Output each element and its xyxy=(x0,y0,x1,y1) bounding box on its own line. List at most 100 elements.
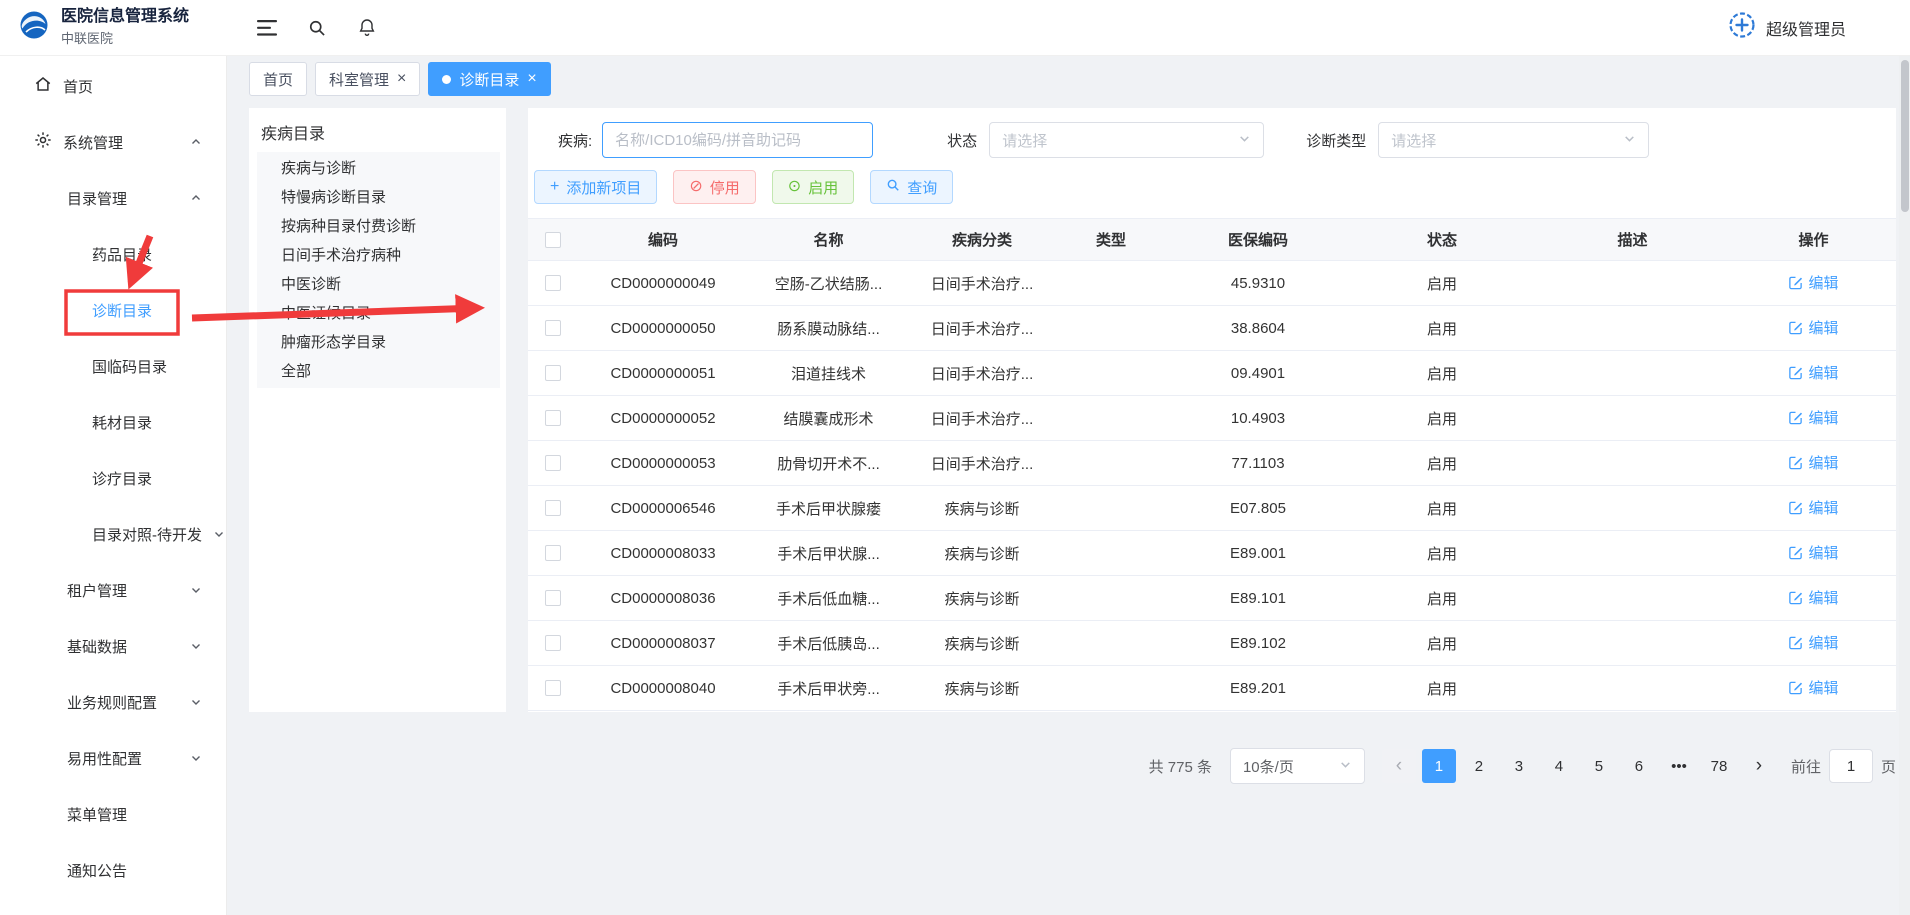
sidebar-item-label: 业务规则配置 xyxy=(67,692,157,713)
edit-button[interactable]: 编辑 xyxy=(1788,497,1838,518)
catalog-item-disease-diagnosis[interactable]: 疾病与诊断 xyxy=(257,154,500,183)
sidebar-item-notice[interactable]: 通知公告 xyxy=(0,842,226,898)
edit-button[interactable]: 编辑 xyxy=(1788,542,1838,563)
disease-search-input[interactable] xyxy=(602,122,873,158)
edit-icon xyxy=(1788,365,1803,380)
diagnosis-type-label: 诊断类型 xyxy=(1306,130,1366,151)
sidebar-item-drug-catalog[interactable]: 药品目录 xyxy=(0,226,226,282)
row-checkbox[interactable] xyxy=(545,365,561,381)
search-icon[interactable] xyxy=(307,18,327,38)
edit-icon xyxy=(1788,500,1803,515)
bell-icon[interactable] xyxy=(357,17,377,38)
tab-diagnosis-catalog[interactable]: 诊断目录 × xyxy=(428,62,550,96)
status-label: 状态 xyxy=(947,130,977,151)
catalog-item-day-surgery[interactable]: 日间手术治疗病种 xyxy=(257,241,500,270)
cell-status: 启用 xyxy=(1350,498,1534,519)
page-button-3[interactable]: 3 xyxy=(1502,749,1536,783)
menu-collapse-icon[interactable] xyxy=(257,19,277,37)
row-checkbox[interactable] xyxy=(545,410,561,426)
sidebar-item-label: 诊断目录 xyxy=(92,300,152,321)
diagnosis-type-select[interactable]: 请选择 xyxy=(1378,122,1649,158)
cell-insurance-code: E07.805 xyxy=(1166,500,1350,517)
sidebar-item-base-data[interactable]: 基础数据 xyxy=(0,618,226,674)
enable-button[interactable]: ⊙ 启用 xyxy=(772,170,854,204)
disable-button[interactable]: ⊘ 停用 xyxy=(673,170,755,204)
edit-button[interactable]: 编辑 xyxy=(1788,452,1838,473)
sidebar-item-label: 目录管理 xyxy=(67,188,127,209)
edit-button[interactable]: 编辑 xyxy=(1788,272,1838,293)
page-button-4[interactable]: 4 xyxy=(1542,749,1576,783)
sidebar-item-usability-config[interactable]: 易用性配置 xyxy=(0,730,226,786)
row-checkbox[interactable] xyxy=(545,275,561,291)
edit-button[interactable]: 编辑 xyxy=(1788,407,1838,428)
page-button-2[interactable]: 2 xyxy=(1462,749,1496,783)
col-header-category: 疾病分类 xyxy=(908,229,1056,250)
catalog-item-tcm-syndrome[interactable]: 中医证候目录 xyxy=(257,299,500,328)
close-icon[interactable]: × xyxy=(527,71,536,87)
edit-button[interactable]: 编辑 xyxy=(1788,632,1838,653)
row-checkbox[interactable] xyxy=(545,635,561,651)
catalog-item-drg-payment[interactable]: 按病种目录付费诊断 xyxy=(257,212,500,241)
goto-suffix: 页 xyxy=(1881,756,1896,777)
row-checkbox[interactable] xyxy=(545,500,561,516)
cell-insurance-code: 38.8604 xyxy=(1166,320,1350,337)
page-button-1[interactable]: 1 xyxy=(1422,749,1456,783)
sidebar-item-diagnosis-catalog[interactable]: 诊断目录 xyxy=(0,282,226,338)
catalog-item-tcm-diagnosis[interactable]: 中医诊断 xyxy=(257,270,500,299)
cell-insurance-code: E89.001 xyxy=(1166,545,1350,562)
edit-button[interactable]: 编辑 xyxy=(1788,587,1838,608)
sidebar-item-consumables-catalog[interactable]: 耗材目录 xyxy=(0,394,226,450)
edit-button[interactable]: 编辑 xyxy=(1788,677,1838,698)
tab-home[interactable]: 首页 xyxy=(249,62,307,96)
sidebar-item-catalog-mapping[interactable]: 目录对照-待开发 xyxy=(0,506,226,562)
toolbar: + 添加新项目 ⊘ 停用 ⊙ 启用 xyxy=(534,170,1896,204)
user-menu[interactable]: 超级管理员 xyxy=(1728,11,1910,44)
sidebar-item-label: 目录对照-待开发 xyxy=(92,524,202,545)
page-button-6[interactable]: 6 xyxy=(1622,749,1656,783)
scrollbar[interactable] xyxy=(1901,60,1909,212)
sidebar-item-menu-mgmt[interactable]: 菜单管理 xyxy=(0,786,226,842)
sidebar-item-national-code-catalog[interactable]: 国临码目录 xyxy=(0,338,226,394)
row-checkbox[interactable] xyxy=(545,545,561,561)
edit-icon xyxy=(1788,635,1803,650)
catalog-item-tumor-morphology[interactable]: 肿瘤形态学目录 xyxy=(257,328,500,357)
close-icon[interactable]: × xyxy=(397,71,406,87)
prev-page-button[interactable]: ‹ xyxy=(1382,749,1416,783)
sidebar-item-home[interactable]: 首页 xyxy=(0,58,226,114)
goto-page-input[interactable] xyxy=(1829,749,1873,783)
sidebar-item-label: 易用性配置 xyxy=(67,748,142,769)
table-row: CD0000006546 手术后甲状腺瘘 疾病与诊断 E07.805 启用 编辑 xyxy=(528,486,1896,531)
page-button-5[interactable]: 5 xyxy=(1582,749,1616,783)
sidebar-item-treatment-catalog[interactable]: 诊疗目录 xyxy=(0,450,226,506)
cell-name: 空肠-乙状结肠... xyxy=(749,273,908,294)
row-checkbox[interactable] xyxy=(545,455,561,471)
cell-name: 结膜囊成形术 xyxy=(749,408,908,429)
row-checkbox[interactable] xyxy=(545,320,561,336)
catalog-item-special-chronic[interactable]: 特慢病诊断目录 xyxy=(257,183,500,212)
cell-status: 启用 xyxy=(1350,588,1534,609)
next-page-button[interactable]: › xyxy=(1742,749,1776,783)
col-header-insurance-code: 医保编码 xyxy=(1166,229,1350,250)
sidebar-item-label: 耗材目录 xyxy=(92,412,152,433)
page-size-select[interactable]: 10条/页 xyxy=(1230,748,1365,784)
query-button[interactable]: 查询 xyxy=(870,170,953,204)
sidebar-item-business-rules[interactable]: 业务规则配置 xyxy=(0,674,226,730)
row-checkbox[interactable] xyxy=(545,680,561,696)
table-row: CD0000000053 肋骨切开术不... 日间手术治疗... 77.1103… xyxy=(528,441,1896,486)
catalog-item-all[interactable]: 全部 xyxy=(257,357,500,386)
sidebar-item-tenant-mgmt[interactable]: 租户管理 xyxy=(0,562,226,618)
edit-button[interactable]: 编辑 xyxy=(1788,362,1838,383)
sidebar-item-system-mgmt[interactable]: 系统管理 xyxy=(0,114,226,170)
select-all-checkbox[interactable] xyxy=(545,232,561,248)
edit-button[interactable]: 编辑 xyxy=(1788,317,1838,338)
sidebar-item-catalog-mgmt[interactable]: 目录管理 xyxy=(0,170,226,226)
row-checkbox[interactable] xyxy=(545,590,561,606)
chevron-down-icon xyxy=(190,640,202,652)
more-pages-icon[interactable]: ••• xyxy=(1662,749,1696,783)
user-name: 超级管理员 xyxy=(1766,16,1846,40)
sidebar-item-label: 系统管理 xyxy=(63,132,123,153)
tab-dept-mgmt[interactable]: 科室管理 × xyxy=(315,62,420,96)
status-select[interactable]: 请选择 xyxy=(989,122,1264,158)
page-button-last[interactable]: 78 xyxy=(1702,749,1736,783)
add-item-button[interactable]: + 添加新项目 xyxy=(534,170,657,204)
